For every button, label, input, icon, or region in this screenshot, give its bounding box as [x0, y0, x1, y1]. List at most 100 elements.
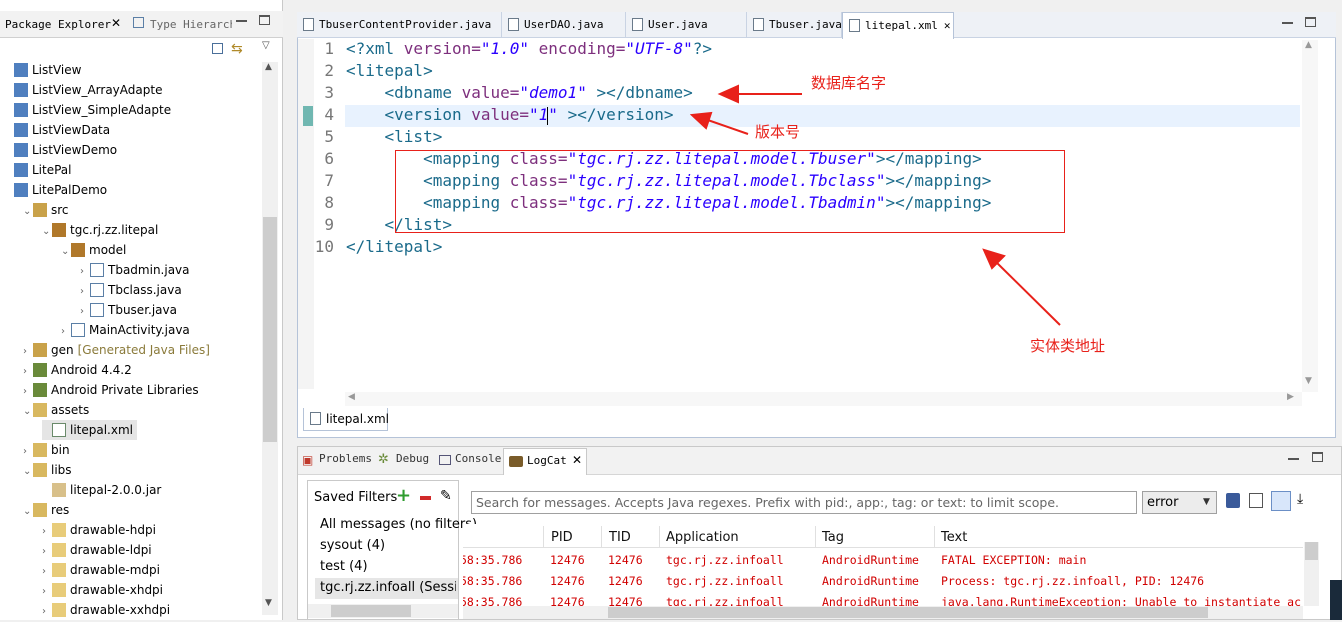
view-menu-icon[interactable]: ▽ — [262, 40, 270, 51]
chevron-down-icon[interactable]: ⌄ — [23, 462, 33, 482]
chevron-right-icon[interactable]: › — [23, 382, 33, 402]
tab-tbusercontentprovider[interactable]: TbuserContentProvider.java — [297, 12, 502, 38]
toggle-filters-icon[interactable] — [1271, 491, 1291, 511]
tree-item[interactable]: › Tbadmin.java — [80, 260, 190, 280]
chevron-right-icon[interactable]: › — [80, 262, 90, 282]
chevron-right-icon[interactable]: › — [80, 302, 90, 322]
scroll-lock-icon[interactable]: ⤓ — [1297, 491, 1303, 507]
tree-item[interactable]: › Tbclass.java — [80, 280, 182, 300]
tree-item[interactable]: LitePal — [4, 160, 72, 180]
chevron-down-icon[interactable]: ⌄ — [23, 502, 33, 522]
tab-console[interactable]: Console — [455, 452, 501, 465]
chevron-down-icon[interactable]: ⌄ — [23, 202, 33, 222]
filters-hscrollbar[interactable] — [308, 604, 458, 618]
code-line[interactable]: <version value="1" ></version> — [346, 104, 674, 126]
log-scroll-thumb[interactable] — [1305, 542, 1318, 560]
scroll-down-icon[interactable]: ▼ — [265, 598, 272, 608]
log-vscrollbar[interactable] — [1304, 542, 1319, 606]
tab-problems[interactable]: Problems — [319, 452, 372, 465]
chevron-right-icon[interactable]: › — [42, 542, 52, 562]
log-row[interactable]: 58:35.786 12476 12476 tgc.rj.zz.infoall Andr… — [463, 573, 1303, 593]
tree-item[interactable]: › drawable-ldpi — [42, 540, 152, 560]
chevron-right-icon[interactable]: › — [61, 322, 71, 342]
chevron-down-icon[interactable]: ⌄ — [42, 222, 52, 242]
close-icon[interactable]: ✕ — [111, 16, 121, 30]
editor-hscrollbar[interactable]: ◀ ▶ — [345, 392, 1302, 406]
col-pid[interactable]: PID — [551, 530, 573, 545]
col-tag[interactable]: Tag — [822, 530, 844, 545]
tree-item[interactable]: ListViewDemo — [4, 140, 117, 160]
logcat-search-input[interactable]: Search for messages. Accepts Java regexe… — [471, 491, 1137, 514]
tree-item[interactable]: › bin — [23, 440, 70, 460]
chevron-right-icon[interactable]: › — [23, 442, 33, 462]
tree-item[interactable]: › drawable-xxhdpi — [42, 600, 170, 620]
tab-logcat[interactable]: LogCat ✕ — [503, 448, 587, 475]
filter-item-selected[interactable]: tgc.rj.zz.infoall (Session — [320, 580, 456, 595]
tree-scrollbar[interactable]: ▲ ▼ — [262, 62, 278, 615]
scroll-up-icon[interactable]: ▲ — [1305, 40, 1312, 50]
chevron-down-icon[interactable]: ⌄ — [61, 242, 71, 262]
tree-item[interactable]: ListView_ArrayAdapte — [4, 80, 162, 100]
tree-item[interactable]: ListViewData — [4, 120, 110, 140]
code-line[interactable]: </litepal> — [346, 236, 442, 258]
clear-log-icon[interactable] — [1249, 493, 1263, 508]
tree-item[interactable]: ⌄ tgc.rj.zz.litepal — [42, 220, 158, 240]
tree-item[interactable]: › drawable-hdpi — [42, 520, 156, 540]
minimize-icon[interactable] — [1288, 458, 1299, 460]
col-tid[interactable]: TID — [609, 530, 631, 545]
tree-item[interactable]: ⌄ src — [23, 200, 69, 220]
log-level-select[interactable]: error ▼ — [1142, 491, 1217, 514]
scroll-up-icon[interactable]: ▲ — [265, 62, 272, 72]
editor-bottom-tab[interactable]: litepal.xml — [303, 408, 389, 431]
save-log-icon[interactable] — [1226, 493, 1240, 508]
filter-item[interactable]: sysout (4) — [320, 538, 385, 553]
log-hscroll-thumb[interactable] — [608, 607, 1208, 618]
add-filter-icon[interactable]: + — [396, 485, 411, 506]
chevron-right-icon[interactable]: › — [80, 282, 90, 302]
minimize-icon[interactable] — [236, 20, 247, 22]
chevron-right-icon[interactable]: › — [23, 342, 33, 362]
tree-item[interactable]: › drawable-mdpi — [42, 560, 160, 580]
tree-item[interactable]: › Android Private Libraries — [23, 380, 199, 400]
filter-item[interactable]: All messages (no filters) — [320, 517, 477, 532]
link-with-editor-icon[interactable]: ⇆ — [231, 41, 243, 57]
tree-item[interactable]: › MainActivity.java — [61, 320, 190, 340]
tab-userdao[interactable]: UserDAO.java — [502, 12, 626, 38]
close-icon[interactable]: ✕ — [572, 453, 582, 467]
filters-scroll-thumb[interactable] — [331, 605, 411, 617]
tree-item[interactable]: › gen [Generated Java Files] — [23, 340, 210, 360]
code-line[interactable]: <list> — [346, 126, 443, 148]
tree-item[interactable]: ListView_SimpleAdapte — [4, 100, 171, 120]
tab-tbuser[interactable]: Tbuser.java — [747, 12, 842, 38]
col-text[interactable]: Text — [941, 530, 967, 545]
code-line[interactable]: <dbname value="demo1" ></dbname> — [346, 82, 693, 104]
tree-item[interactable]: ⌄ libs — [23, 460, 72, 480]
close-icon[interactable]: ✕ — [944, 19, 951, 32]
log-hscrollbar[interactable] — [463, 606, 1303, 619]
tree-item[interactable]: › drawable-xhdpi — [42, 580, 163, 600]
maximize-icon[interactable] — [259, 15, 270, 25]
log-row[interactable]: 58:35.786 12476 12476 tgc.rj.zz.infoall Andr… — [463, 552, 1303, 572]
tab-type-hierarchy[interactable]: Type Hierarchy — [150, 18, 232, 31]
minimize-icon[interactable] — [1282, 22, 1293, 24]
tree-scrollbar-thumb[interactable] — [263, 217, 277, 442]
tab-user[interactable]: User.java — [626, 12, 747, 38]
tree-item[interactable]: litepal-2.0.0.jar — [42, 480, 161, 500]
scroll-down-icon[interactable]: ▼ — [1305, 376, 1312, 386]
tree-item[interactable]: ⌄ res — [23, 500, 69, 520]
tree-item[interactable]: › Tbuser.java — [80, 300, 177, 320]
chevron-right-icon[interactable]: › — [42, 562, 52, 582]
edit-filter-icon[interactable]: ✎ — [440, 488, 452, 504]
chevron-down-icon[interactable]: ⌄ — [23, 402, 33, 422]
chevron-right-icon[interactable]: › — [23, 362, 33, 382]
chevron-right-icon[interactable]: › — [42, 522, 52, 542]
scroll-right-icon[interactable]: ▶ — [1287, 392, 1294, 402]
maximize-icon[interactable] — [1305, 17, 1316, 27]
tab-debug[interactable]: Debug — [396, 452, 429, 465]
chevron-right-icon[interactable]: › — [42, 582, 52, 602]
remove-filter-icon[interactable] — [420, 496, 431, 500]
tree-item[interactable]: › Android 4.4.2 — [23, 360, 132, 380]
tree-item[interactable]: ListView — [4, 60, 81, 80]
collapse-all-icon[interactable] — [212, 43, 223, 54]
tree-item[interactable]: LitePalDemo — [4, 180, 107, 200]
